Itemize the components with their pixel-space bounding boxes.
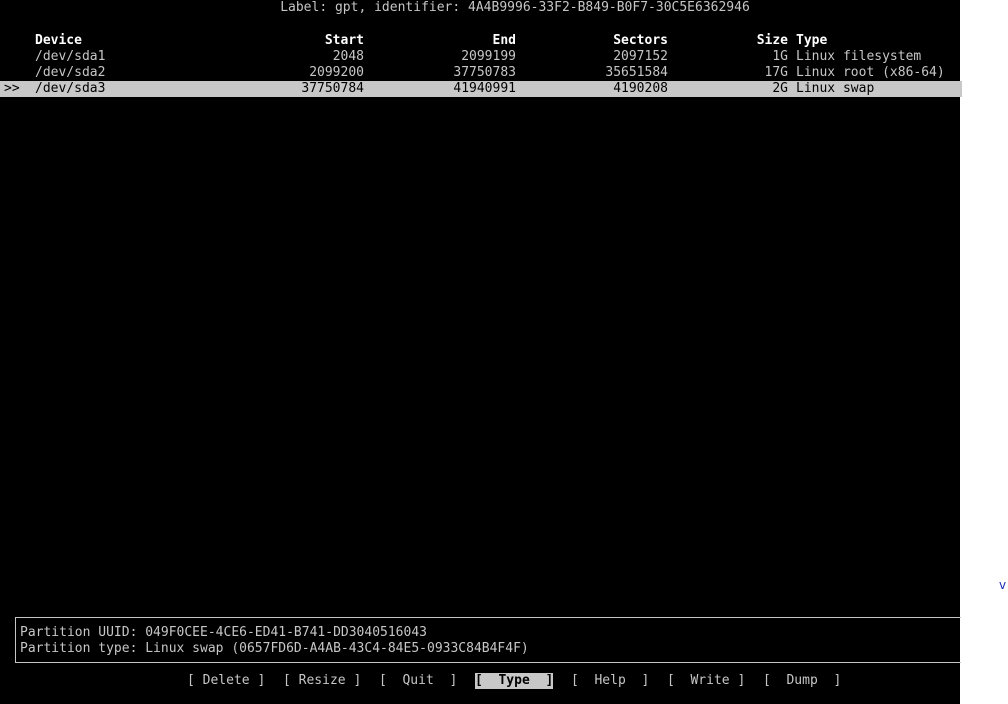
partition-type: Linux root (x86-64) bbox=[796, 65, 945, 80]
partition-device: /dev/sda3 bbox=[35, 81, 106, 96]
table-header: Device Start End Sectors Size Type bbox=[4, 33, 962, 49]
action-menu: [ Delete ] [ Resize ] [ Quit ] [ Type ] … bbox=[187, 673, 841, 689]
partition-start: 2099200 bbox=[309, 65, 364, 80]
column-header-end: End bbox=[492, 33, 516, 48]
cfdisk-terminal: Label: gpt, identifier: 4A4B9996-33F2-B8… bbox=[0, 0, 962, 704]
delete-button[interactable]: [ Delete ] bbox=[187, 673, 265, 689]
partition-end: 37750783 bbox=[453, 65, 516, 80]
dump-button[interactable]: [ Dump ] bbox=[763, 673, 841, 689]
partition-type: Linux filesystem bbox=[796, 49, 922, 64]
column-header-sectors: Sectors bbox=[613, 33, 668, 48]
column-header-start: Start bbox=[324, 33, 364, 48]
write-button[interactable]: [ Write ] bbox=[667, 673, 745, 689]
partition-type-line: Partition type: Linux swap (0657FD6D-A4A… bbox=[20, 641, 529, 656]
partition-size: 17G bbox=[764, 65, 788, 80]
partition-size: 2G bbox=[772, 81, 788, 96]
help-button[interactable]: [ Help ] bbox=[571, 673, 649, 689]
edge-glyph-icon: v bbox=[999, 580, 1007, 590]
disk-label-line: Label: gpt, identifier: 4A4B9996-33F2-B8… bbox=[280, 0, 750, 15]
column-header-type: Type bbox=[796, 33, 828, 48]
resize-button[interactable]: [ Resize ] bbox=[283, 673, 361, 689]
partition-uuid-line: Partition UUID: 049F0CEE-4CE6-ED41-B741-… bbox=[20, 625, 427, 640]
column-header-size: Size bbox=[756, 33, 788, 48]
partition-device: /dev/sda2 bbox=[35, 65, 106, 80]
partition-end: 2099199 bbox=[461, 49, 516, 64]
partition-info-box: Partition UUID: 049F0CEE-4CE6-ED41-B741-… bbox=[15, 617, 961, 663]
type-button[interactable]: [ Type ] bbox=[475, 673, 554, 689]
partition-row-sda3[interactable]: >> /dev/sda3 37750784 41940991 4190208 2… bbox=[0, 81, 962, 97]
partition-start: 2048 bbox=[332, 49, 364, 64]
partition-row-sda2[interactable]: /dev/sda2 2099200 37750783 35651584 17G … bbox=[4, 65, 962, 81]
selection-marker: >> bbox=[4, 81, 20, 96]
partition-start: 37750784 bbox=[301, 81, 364, 96]
partition-type: Linux swap bbox=[796, 81, 875, 96]
column-header-device: Device bbox=[35, 33, 82, 48]
partition-sectors: 2097152 bbox=[613, 49, 668, 64]
partition-sectors: 35651584 bbox=[605, 65, 668, 80]
partition-device: /dev/sda1 bbox=[35, 49, 106, 64]
partition-size: 1G bbox=[772, 49, 788, 64]
partition-end: 41940991 bbox=[453, 81, 516, 96]
partition-row-sda1[interactable]: /dev/sda1 2048 2099199 2097152 1G Linux … bbox=[4, 49, 962, 65]
quit-button[interactable]: [ Quit ] bbox=[379, 673, 457, 689]
partition-sectors: 4190208 bbox=[613, 81, 668, 96]
